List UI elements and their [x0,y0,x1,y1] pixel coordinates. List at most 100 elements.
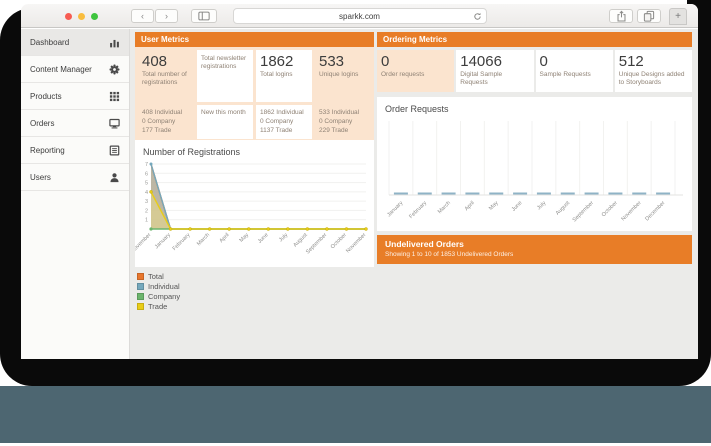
browser-content: Dashboard Content ManagerProducts Orders Re… [21,29,698,359]
svg-text:2: 2 [145,208,148,214]
legend-item-individual: Individual [137,282,180,291]
forward-button[interactable]: › [155,9,178,23]
bar-chart-icon [109,37,120,48]
close-window-button[interactable] [65,13,72,20]
ordering-metrics-header: Ordering Metrics [377,32,692,47]
metric-value: 408 [142,54,190,70]
ordering-metrics-panel: Ordering Metrics 0Order requests14066Dig… [377,32,692,92]
svg-text:May: May [239,232,251,244]
svg-text:August: August [292,232,309,249]
svg-text:May: May [488,200,500,212]
metric-detail: New this month [201,109,249,118]
tabs-button[interactable] [637,9,661,23]
metric-cell: 408Total number of registrations [138,50,194,102]
metric-value: 1862 [260,54,308,70]
sidebar-item-users[interactable]: Users [21,164,129,191]
svg-text:March: March [437,200,452,215]
sidebar-item-label: Orders [30,119,54,128]
metric-value: 0 [540,54,609,70]
metric-detail: 0 Company [319,118,367,127]
svg-text:August: August [555,200,572,217]
svg-text:7: 7 [145,162,148,168]
metric-cell: 0Sample Requests [536,50,613,92]
undelivered-orders-header: Undelivered Orders Showing 1 to 10 of 18… [377,235,692,264]
metric-cell: Total newsletter registrations [197,50,253,102]
browser-chrome: ‹ › sparkk.com + [21,4,698,28]
svg-text:July: July [536,200,547,211]
chevron-left-icon: ‹ [141,12,144,21]
svg-text:October: October [330,232,348,250]
back-button[interactable]: ‹ [131,9,154,23]
undelivered-orders-title: Undelivered Orders [385,239,684,249]
page-scene: ‹ › sparkk.com + Dashboard Content Manage… [0,0,711,446]
sidebar-item-label: Dashboard [30,38,69,47]
report-icon [109,145,120,156]
svg-text:January: January [154,232,172,250]
user-metrics-title: User Metrics [141,35,189,44]
svg-text:March: March [196,232,211,247]
legend-swatch [137,283,144,290]
monitor-icon [109,118,120,129]
minimize-window-button[interactable] [78,13,85,20]
svg-text:4: 4 [145,190,148,196]
registrations-chart-panel: Number of Registrations 1234567NovemberJ… [135,140,374,267]
sidebar-item-content-manager[interactable]: Content Manager [21,56,129,83]
svg-text:December: December [644,200,666,222]
gear-icon [109,64,120,75]
metric-label: Total newsletter registrations [201,55,249,72]
metric-cell: 408 Individual0 Company177 Trade [138,105,194,139]
legend-label: Individual [148,282,180,291]
svg-text:April: April [219,232,231,244]
undelivered-orders-subtitle: Showing 1 to 10 of 1853 Undelivered Orde… [385,251,684,258]
metric-label: Unique logins [319,71,367,79]
share-button[interactable] [609,9,633,23]
legend-swatch [137,293,144,300]
new-tab-button[interactable]: + [669,8,687,25]
legend-item-trade: Trade [137,302,180,311]
metric-label: Digital Sample Requests [460,71,529,88]
chart-legend: TotalIndividualCompanyTrade [137,272,180,312]
metric-detail: 0 Company [260,118,308,127]
registrations-chart: 1234567NovemberJanuaryFebruaryMarchApril… [135,158,374,261]
svg-text:February: February [408,200,428,220]
registrations-chart-title: Number of Registrations [135,140,374,158]
grid-icon [109,91,120,102]
sidebar-item-label: Reporting [30,146,65,155]
metric-cell: 533Unique logins [315,50,371,102]
sidebar-item-reporting[interactable]: Reporting [21,137,129,164]
svg-text:June: June [257,232,270,245]
legend-swatch [137,303,144,310]
background-band [0,386,711,443]
svg-text:5: 5 [145,181,148,187]
metric-detail: 1137 Trade [260,127,308,136]
sidebar-item-label: Users [30,173,51,182]
share-icon [616,10,627,22]
sidebar-item-products[interactable]: Products [21,83,129,110]
ordering-metrics-title: Ordering Metrics [383,35,447,44]
sidebar-item-orders[interactable]: Orders [21,110,129,137]
address-bar[interactable]: sparkk.com [233,8,487,24]
legend-item-company: Company [137,292,180,301]
legend-swatch [137,273,144,280]
metric-detail: 1862 Individual [260,109,308,118]
svg-text:June: June [511,200,524,213]
legend-item-total: Total [137,272,180,281]
metric-label: Order requests [381,71,450,79]
refresh-icon[interactable] [473,12,482,21]
metric-value: 0 [381,54,450,70]
svg-text:3: 3 [145,199,148,205]
svg-text:February: February [172,232,192,252]
sidebar-item-dashboard[interactable]: Dashboard [21,29,129,56]
user-metrics-grid: 408Total number of registrations Total ne… [135,47,374,142]
metric-label: Sample Requests [540,71,609,79]
legend-label: Company [148,292,180,301]
svg-text:July: July [278,232,289,243]
metric-detail: 229 Trade [319,127,367,136]
metric-value: 14066 [460,54,529,70]
svg-text:October: October [601,200,619,218]
sidebar-toggle-button[interactable] [191,9,217,23]
metric-label: Total logins [260,71,308,79]
chevron-right-icon: › [165,12,168,21]
zoom-window-button[interactable] [91,13,98,20]
svg-text:6: 6 [145,171,148,177]
